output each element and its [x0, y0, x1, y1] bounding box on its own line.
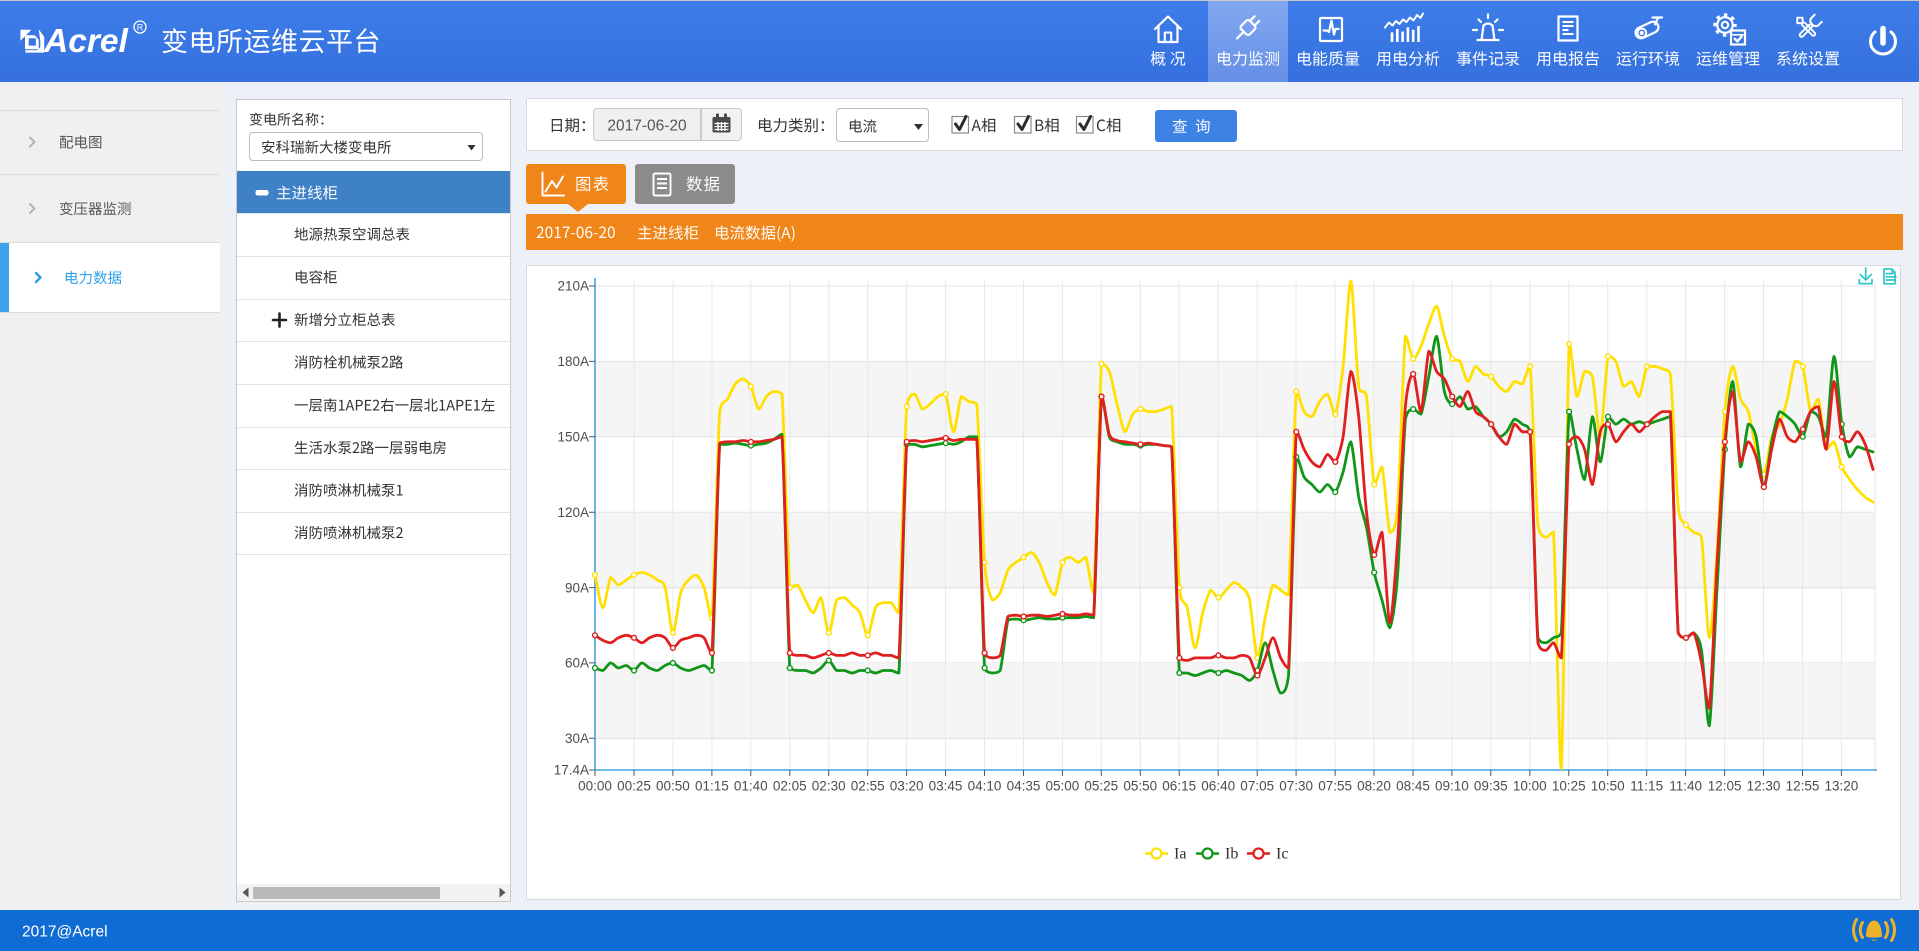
svg-text:09:10: 09:10	[1435, 779, 1469, 794]
svg-text:120A: 120A	[557, 505, 589, 520]
svg-text:Ic: Ic	[1276, 846, 1288, 863]
svg-text:10:00: 10:00	[1513, 779, 1547, 794]
svg-text:06:40: 06:40	[1201, 779, 1235, 794]
svg-text:03:45: 03:45	[929, 779, 963, 794]
svg-text:00:00: 00:00	[578, 779, 612, 794]
svg-text:30A: 30A	[565, 731, 589, 746]
svg-text:2017-06-20: 2017-06-20	[607, 118, 687, 135]
svg-text:90A: 90A	[565, 580, 589, 595]
svg-text:17.4A: 17.4A	[554, 763, 589, 778]
svg-text:150A: 150A	[557, 430, 589, 445]
svg-text:07:05: 07:05	[1240, 779, 1274, 794]
svg-text:02:55: 02:55	[851, 779, 885, 794]
svg-text:09:35: 09:35	[1474, 779, 1508, 794]
svg-text:2017@Acrel: 2017@Acrel	[22, 924, 108, 941]
svg-text:00:25: 00:25	[617, 779, 651, 794]
svg-text:10:50: 10:50	[1591, 779, 1625, 794]
svg-text:04:10: 04:10	[968, 779, 1002, 794]
svg-text:05:00: 05:00	[1046, 779, 1080, 794]
svg-text:11:40: 11:40	[1669, 779, 1702, 794]
svg-text:08:20: 08:20	[1357, 779, 1391, 794]
svg-text:13:20: 13:20	[1825, 779, 1859, 794]
svg-text:Acrel: Acrel	[43, 23, 128, 60]
svg-text:05:50: 05:50	[1123, 779, 1157, 794]
svg-text:05:25: 05:25	[1084, 779, 1118, 794]
svg-text:R: R	[137, 23, 144, 33]
svg-text:02:05: 02:05	[773, 779, 807, 794]
svg-text:12:30: 12:30	[1747, 779, 1781, 794]
svg-text:60A: 60A	[565, 656, 589, 671]
svg-text:11:15: 11:15	[1630, 779, 1663, 794]
svg-text:00:50: 00:50	[656, 779, 690, 794]
svg-text:210A: 210A	[557, 279, 589, 294]
svg-text:Ib: Ib	[1225, 846, 1238, 863]
svg-text:01:15: 01:15	[695, 779, 729, 794]
svg-text:12:05: 12:05	[1708, 779, 1742, 794]
svg-text:07:30: 07:30	[1279, 779, 1313, 794]
svg-text:02:30: 02:30	[812, 779, 846, 794]
svg-text:180A: 180A	[557, 354, 589, 369]
svg-text:07:55: 07:55	[1318, 779, 1352, 794]
svg-text:08:45: 08:45	[1396, 779, 1430, 794]
svg-text:03:20: 03:20	[890, 779, 924, 794]
svg-text:10:25: 10:25	[1552, 779, 1586, 794]
svg-text:06:15: 06:15	[1162, 779, 1196, 794]
svg-text:01:40: 01:40	[734, 779, 768, 794]
svg-text:12:55: 12:55	[1786, 779, 1820, 794]
svg-text:Ia: Ia	[1174, 846, 1186, 863]
svg-text:04:35: 04:35	[1007, 779, 1041, 794]
